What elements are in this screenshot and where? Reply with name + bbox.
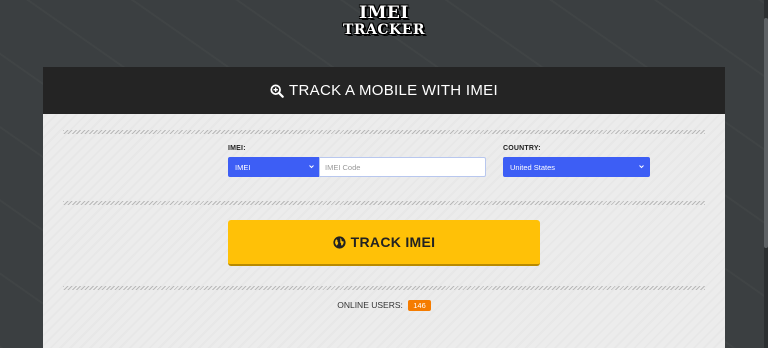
imei-code-placeholder: IMEI Code xyxy=(325,162,361,172)
online-users: ONLINE USERS: 146 xyxy=(43,300,725,311)
track-imei-label: TRACK IMEI xyxy=(350,234,436,250)
chevron-down-icon xyxy=(639,165,644,169)
divider xyxy=(63,201,705,205)
imei-type-value: IMEI xyxy=(235,162,251,172)
track-imei-button[interactable]: TRACK IMEI xyxy=(228,220,540,266)
divider xyxy=(63,286,705,290)
online-users-badge: 146 xyxy=(408,300,431,311)
scrollbar-thumb[interactable] xyxy=(764,18,768,248)
online-users-label: ONLINE USERS: xyxy=(337,300,403,310)
imei-label: IMEI: xyxy=(228,145,246,152)
tracker-card: TRACK A MOBILE WITH IMEI IMEI: IMEI IMEI… xyxy=(43,67,725,348)
imei-code-input[interactable]: IMEI Code xyxy=(319,157,486,177)
logo-line-1: IMEI xyxy=(359,3,409,23)
imei-type-select[interactable]: IMEI xyxy=(228,157,320,177)
search-plus-icon xyxy=(270,83,284,98)
card-title: TRACK A MOBILE WITH IMEI xyxy=(289,82,498,99)
chevron-down-icon xyxy=(309,165,314,169)
logo-line-2: TRACKER xyxy=(342,22,426,38)
country-select[interactable]: United States xyxy=(503,157,650,177)
country-label: COUNTRY: xyxy=(503,145,541,152)
logo: IMEI TRACKER xyxy=(0,4,768,38)
globe-icon xyxy=(333,235,346,249)
card-header: TRACK A MOBILE WITH IMEI xyxy=(43,67,725,114)
scrollbar[interactable] xyxy=(764,0,768,348)
divider xyxy=(63,130,705,134)
country-value: United States xyxy=(510,162,556,172)
